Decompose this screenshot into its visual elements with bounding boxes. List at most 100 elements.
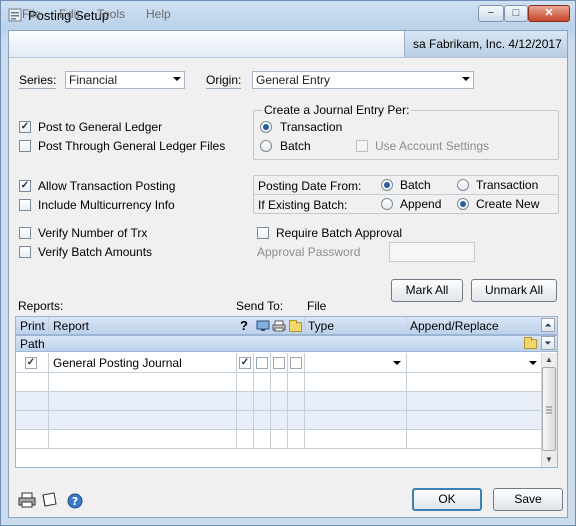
row-print-checkbox[interactable]: ✓ (25, 357, 37, 369)
divider (16, 391, 541, 392)
series-label: Series: (19, 73, 57, 89)
divider (304, 353, 305, 448)
posting-date-batch-radio[interactable] (381, 179, 393, 191)
origin-value: General Entry (256, 73, 331, 87)
post-to-gl-checkbox[interactable]: ✓ (19, 121, 31, 133)
note-icon[interactable] (40, 492, 58, 511)
menu-edit[interactable]: Edit (59, 7, 80, 21)
minimize-button[interactable]: − (478, 5, 504, 22)
maximize-button[interactable]: □ (504, 5, 528, 22)
col-help[interactable]: ? (240, 318, 248, 333)
divider (254, 194, 558, 195)
divider (48, 317, 49, 334)
window-app-icon (8, 8, 22, 22)
use-account-settings-checkbox[interactable] (356, 140, 368, 152)
col-print[interactable]: Print (20, 319, 45, 333)
if-existing-batch-label: If Existing Batch: (258, 198, 348, 212)
help-icon[interactable]: ? (67, 493, 83, 512)
post-to-gl-label: Post to General Ledger (38, 120, 163, 134)
divider (236, 353, 237, 448)
verify-batch-amounts-label: Verify Batch Amounts (38, 245, 153, 259)
existing-batch-append-label: Append (400, 197, 442, 211)
send-to-label: Send To: (236, 299, 284, 313)
series-dropdown[interactable]: Financial (65, 71, 185, 89)
expand-down-icon[interactable]: ⏷ (541, 336, 555, 350)
col-path[interactable]: Path (20, 337, 45, 351)
row-email-checkbox[interactable] (290, 357, 302, 369)
grid-header-path (15, 335, 558, 352)
posting-date-from-label: Posting Date From: (258, 179, 362, 193)
chevron-down-icon (173, 77, 181, 81)
journal-batch-label: Batch (280, 139, 311, 153)
use-account-settings-label: Use Account Settings (375, 139, 490, 153)
journal-batch-radio[interactable] (260, 140, 272, 152)
menu-help[interactable]: Help (146, 7, 171, 21)
chevron-down-icon (393, 361, 401, 365)
allow-transaction-posting-checkbox[interactable]: ✓ (19, 180, 31, 192)
include-multicurrency-checkbox[interactable] (19, 199, 31, 211)
approval-password-label: Approval Password (257, 245, 361, 259)
ok-button[interactable]: OK (412, 488, 482, 511)
row-file-checkbox[interactable] (273, 357, 285, 369)
svg-text:?: ? (72, 495, 78, 508)
col-append-replace[interactable]: Append/Replace (410, 319, 499, 333)
divider (16, 448, 541, 449)
journal-transaction-label: Transaction (280, 120, 343, 134)
divider (253, 353, 254, 448)
divider (16, 372, 541, 373)
menu-file[interactable]: File (22, 7, 41, 21)
col-type[interactable]: Type (308, 319, 334, 333)
row-append-replace-dropdown[interactable] (408, 354, 541, 371)
close-button[interactable]: ✕ (528, 5, 570, 22)
require-batch-approval-checkbox[interactable] (257, 227, 269, 239)
printer-icon[interactable] (18, 492, 36, 511)
divider (406, 353, 407, 448)
unmark-all-button[interactable]: Unmark All (471, 279, 557, 302)
existing-batch-create-new-label: Create New (476, 197, 540, 211)
col-report[interactable]: Report (53, 319, 89, 333)
reports-label: Reports: (18, 299, 64, 313)
scroll-down-icon[interactable]: ▼ (543, 455, 555, 465)
divider (270, 353, 271, 448)
scroll-thumb[interactable] (542, 367, 556, 451)
allow-transaction-posting-label: Allow Transaction Posting (38, 179, 176, 193)
user-company-date: sa Fabrikam, Inc. 4/12/2017 (404, 31, 567, 57)
posting-date-transaction-radio[interactable] (457, 179, 469, 191)
printer-icon (272, 320, 286, 335)
row-type-dropdown[interactable] (307, 354, 405, 371)
posting-date-batch-label: Batch (400, 178, 431, 192)
post-through-gl-checkbox[interactable] (19, 140, 31, 152)
divider (16, 410, 541, 411)
menu-tools[interactable]: Tools (97, 7, 125, 21)
include-multicurrency-label: Include Multicurrency Info (38, 198, 175, 212)
divider (304, 317, 305, 334)
origin-dropdown[interactable]: General Entry (252, 71, 474, 89)
collapse-up-icon[interactable]: ⏶ (541, 318, 555, 332)
row-shade (16, 391, 541, 411)
folder-icon[interactable] (524, 337, 537, 349)
mark-all-button[interactable]: Mark All (391, 279, 463, 302)
posting-date-transaction-label: Transaction (476, 178, 539, 192)
screen-icon (256, 320, 270, 335)
existing-batch-create-new-radio[interactable] (457, 198, 469, 210)
scroll-up-icon[interactable]: ▲ (543, 355, 555, 365)
divider (16, 429, 541, 430)
verify-batch-amounts-checkbox[interactable] (19, 246, 31, 258)
journal-transaction-radio[interactable] (260, 121, 272, 133)
row-report-name: General Posting Journal (53, 356, 182, 370)
require-batch-approval-label: Require Batch Approval (276, 226, 403, 240)
series-value: Financial (69, 73, 118, 87)
row-printer-checkbox[interactable] (256, 357, 268, 369)
chevron-down-icon (529, 361, 537, 365)
file-label: File (307, 299, 327, 313)
chevron-down-icon (462, 77, 470, 81)
verify-number-trx-label: Verify Number of Trx (38, 226, 148, 240)
verify-number-trx-checkbox[interactable] (19, 227, 31, 239)
save-button[interactable]: Save (493, 488, 563, 511)
divider (287, 353, 288, 448)
origin-label: Origin: (206, 73, 242, 89)
folder-icon (289, 320, 302, 332)
approval-password-input[interactable] (389, 242, 475, 262)
existing-batch-append-radio[interactable] (381, 198, 393, 210)
row-screen-checkbox[interactable]: ✓ (239, 357, 251, 369)
